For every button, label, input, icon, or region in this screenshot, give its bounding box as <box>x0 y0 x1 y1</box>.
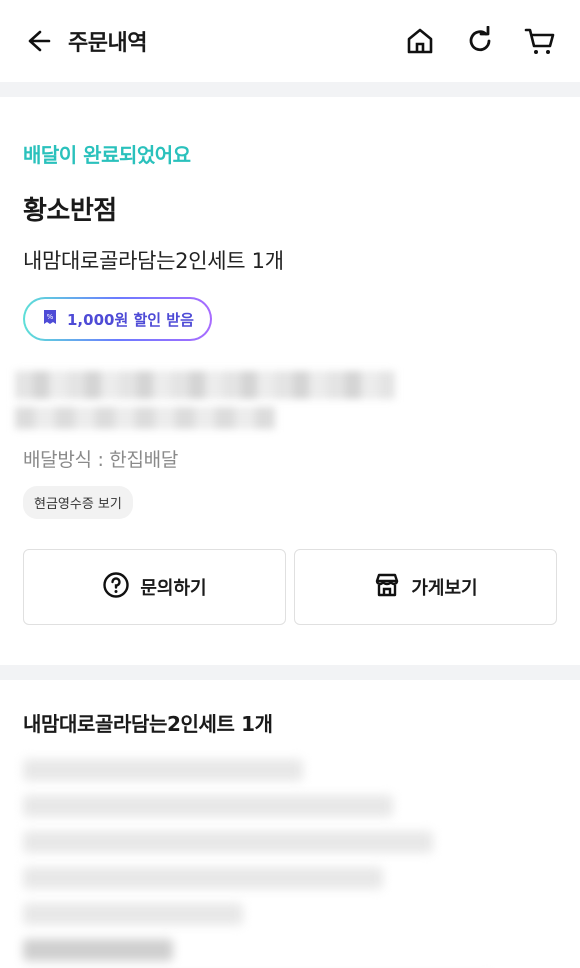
section-divider <box>0 82 580 97</box>
order-card: 배달이 완료되었어요 황소반점 내맘대로골라담는2인세트 1개 % 1,000원… <box>0 97 580 665</box>
coupon-icon: % <box>41 308 59 330</box>
svg-text:%: % <box>47 313 54 321</box>
refresh-icon[interactable] <box>462 23 498 59</box>
details-title: 내맘대로골라담는2인세트 1개 <box>23 712 273 736</box>
home-icon[interactable] <box>402 23 438 59</box>
back-arrow-icon[interactable] <box>22 25 54 57</box>
item-summary: 내맘대로골라담는2인세트 1개 <box>23 249 284 273</box>
question-icon <box>102 571 130 604</box>
delivery-method: 배달방식 : 한집배달 <box>23 449 179 471</box>
store-name: 황소반점 <box>23 196 117 226</box>
page-title: 주문내역 <box>68 31 147 56</box>
store-label: 가게보기 <box>411 578 478 599</box>
inquiry-label: 문의하기 <box>140 578 207 599</box>
view-store-button[interactable]: 가게보기 <box>294 549 557 625</box>
cart-icon[interactable] <box>522 23 558 59</box>
order-details: 내맘대로골라담는2인세트 1개 <box>0 680 580 968</box>
top-bar: 주문내역 <box>0 0 580 82</box>
section-divider <box>0 665 580 680</box>
store-icon <box>373 571 401 604</box>
coupon-text: 1,000원 할인 받음 <box>67 310 194 329</box>
cash-receipt-button[interactable]: 현금영수증 보기 <box>23 486 133 519</box>
coupon-badge: % 1,000원 할인 받음 <box>23 297 212 341</box>
inquiry-button[interactable]: 문의하기 <box>23 549 286 625</box>
redacted-info <box>15 369 557 431</box>
redacted-details <box>23 759 557 968</box>
order-status: 배달이 완료되었어요 <box>23 143 191 167</box>
